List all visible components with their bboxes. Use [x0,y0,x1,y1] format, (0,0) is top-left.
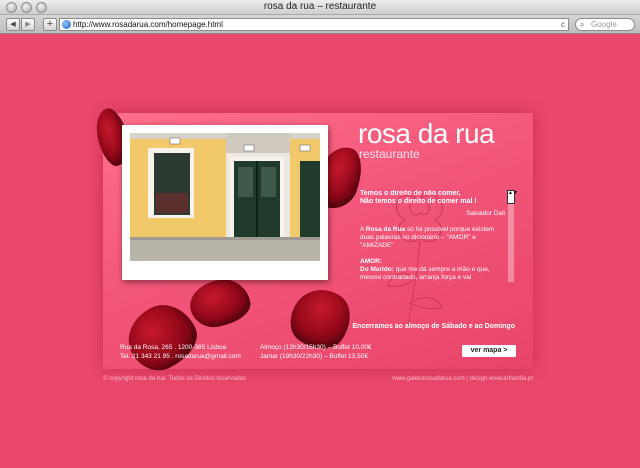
quote-line: Temos o direito de não comer, [360,190,461,197]
hours-block: Almoço (12h30/15h30) – Buffet 10,00€ Jan… [260,343,372,361]
restaurant-photo [122,125,328,280]
url-text[interactable]: http://www.rosadarua.com/homepage.html [73,19,223,30]
forward-arrow-icon: ▶ [25,21,31,28]
lunch-hours: Almoço (12h30/15h30) – Buffet 10,00€ [260,344,372,351]
search-icon: ⌕ [580,20,585,29]
credits-footer-links[interactable]: www.galeriarosadarua.com | design www.ar… [320,376,533,382]
copyright-footer: © copyright rosa da rua. Todos os Direit… [103,376,247,382]
forward-button[interactable]: ▶ [21,18,35,31]
quote-author: Salvador Dali [466,210,505,217]
reload-icon[interactable]: c [561,19,565,30]
globe-icon [62,20,71,29]
search-placeholder: Google [591,20,617,29]
intro-text-area[interactable]: Temos o direito de não comer, Não temos … [360,190,505,285]
amor-paragraph: Do Marido: que me dá sempre a mão e que,… [360,266,505,282]
amor-bold: Do Marido: [360,266,394,273]
storefront-image [130,133,320,261]
plus-icon: + [46,18,54,30]
brand-subtitle: restaurante [359,147,420,161]
back-button[interactable]: ◀ [6,18,20,31]
closing-days-note: Encerramos ao almoço de Sábado e ao Domi… [352,323,515,330]
amor-heading: AMOR: [360,258,383,265]
brand-title: rosa da rua [358,118,495,149]
intro-paragraph: A Rosa da Rua só foi possível porque exi… [360,226,505,250]
contact-line[interactable]: Tel. 21 343 21 95 . rosadarua@gmail.com [120,352,241,361]
quote-line: Não temos o direito de comer mal ! [360,198,477,205]
address-block: Rua da Rosa, 265 . 1200-385 Lisboa Tel. … [120,343,241,361]
text-scrollbar[interactable]: ▲▼ [507,190,518,282]
address-bar[interactable]: http://www.rosadarua.com/homepage.html c [59,18,569,31]
back-arrow-icon: ◀ [10,21,16,28]
view-map-button[interactable]: ver mapa > [462,345,516,357]
window-title: rosa da rua – restaurante [263,1,377,12]
dinner-hours: Jantar (19h30/22h30) – Buffet 13,50€ [260,353,368,360]
browser-toolbar: ◀ ▶ + http://www.rosadarua.com/homepage.… [0,15,640,34]
scroll-arrows-icon[interactable]: ▲▼ [507,190,518,204]
address-line: Rua da Rosa, 265 . 1200-385 Lisboa [120,344,227,351]
window-titlebar: rosa da rua – restaurante [0,0,640,15]
search-field[interactable]: ⌕ Google [575,18,635,31]
add-bookmark-button[interactable]: + [43,18,57,31]
restaurant-name-bold: Rosa da Rua [365,226,406,233]
